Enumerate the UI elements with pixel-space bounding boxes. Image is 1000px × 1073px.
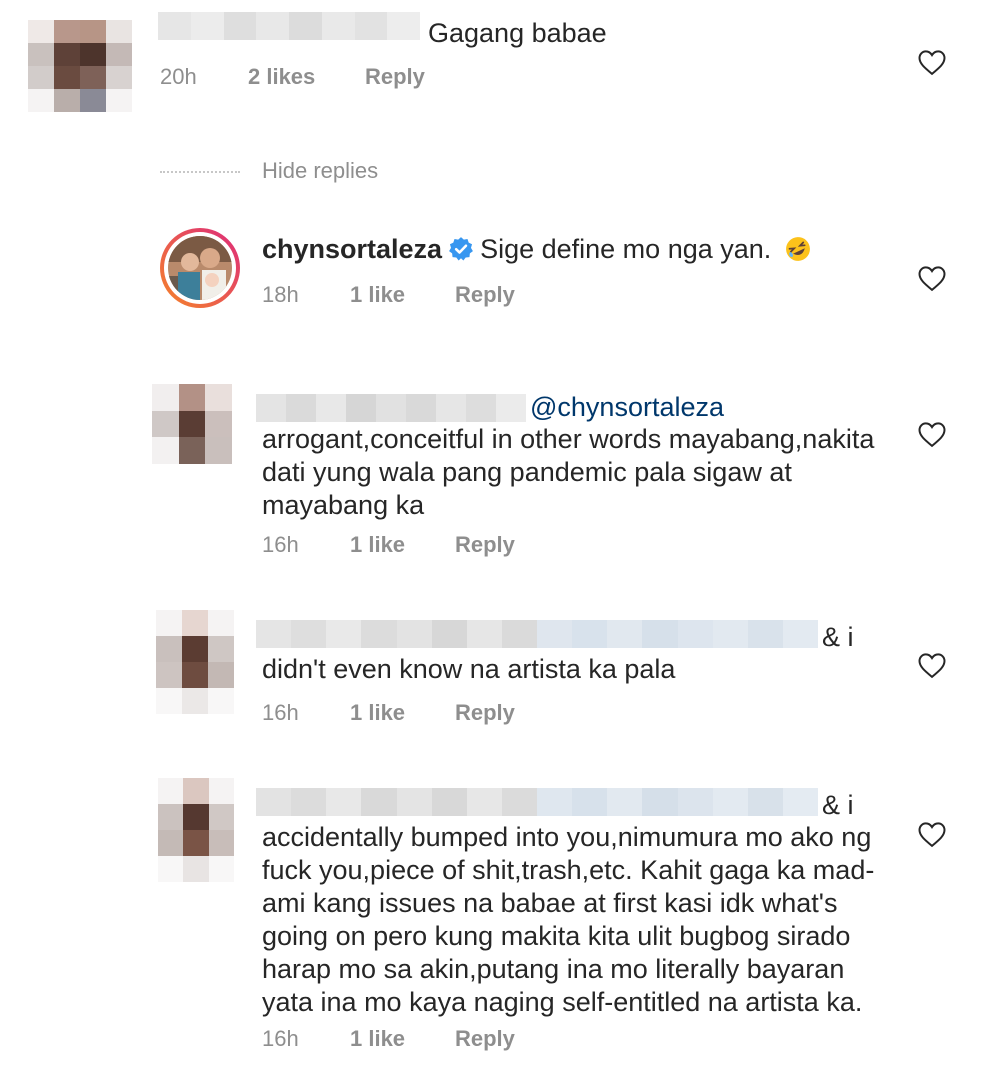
comment-meta: 16h 1 like Reply — [262, 532, 515, 558]
comment-text-line: didn't even know na artista ka pala — [262, 654, 676, 684]
username-redacted[interactable] — [256, 394, 526, 422]
comment-line: chynsortaleza Sige define mo nga yan. — [262, 232, 811, 266]
comment-text-line: accidentally bumped into you,nimumura mo… — [262, 822, 872, 852]
heart-outline-icon[interactable] — [917, 48, 947, 76]
heart-outline-icon[interactable] — [917, 820, 947, 848]
reply-button[interactable]: Reply — [455, 700, 515, 726]
comment-time: 18h — [262, 282, 299, 307]
comment-meta: 16h 1 like Reply — [262, 700, 515, 726]
likes-count-link[interactable]: 1 like — [350, 700, 455, 726]
comment-text-trail: & i — [822, 790, 854, 820]
comment-text-line: harap mo sa akin,putang ina mo literally… — [262, 954, 845, 984]
reply-button[interactable]: Reply — [455, 282, 515, 308]
comment-meta: 20h 2 likes Reply — [160, 64, 425, 90]
comment-meta: 16h 1 like Reply — [262, 1026, 515, 1052]
comment-time: 16h — [262, 1026, 299, 1051]
comment-text-trail: & i — [822, 622, 854, 652]
likes-count-link[interactable]: 2 likes — [248, 64, 365, 90]
mention-link[interactable]: @chynsortaleza — [530, 390, 724, 424]
likes-count-link[interactable]: 1 like — [350, 1026, 455, 1052]
comment-text: Sige define mo nga yan. — [480, 234, 772, 264]
username-redacted[interactable] — [256, 620, 818, 648]
heart-outline-icon[interactable] — [917, 420, 947, 448]
comment-text-line: ami kang issues na babae at first kasi i… — [262, 888, 838, 918]
username-redacted[interactable] — [158, 12, 420, 40]
avatar-pixelated[interactable] — [158, 778, 234, 882]
avatar-pixelated[interactable] — [156, 610, 234, 714]
avatar-pixelated[interactable] — [28, 20, 132, 112]
hide-replies-button[interactable]: Hide replies — [262, 158, 378, 184]
avatar-pixelated[interactable] — [152, 384, 232, 464]
comment-text: Gagang babae — [428, 18, 607, 48]
heart-outline-icon[interactable] — [917, 264, 947, 292]
comment-time: 16h — [262, 700, 299, 725]
comment-text-line: arrogant,conceitful in other words mayab… — [262, 424, 875, 454]
reply-button[interactable]: Reply — [455, 1026, 515, 1052]
comment-text-line: yata ina mo kaya naging self-entitled na… — [262, 987, 863, 1017]
comment-time: 20h — [160, 64, 197, 89]
username-redacted[interactable] — [256, 788, 818, 816]
comment-time: 16h — [262, 532, 299, 557]
reply-button[interactable]: Reply — [455, 532, 515, 558]
comment-meta: 18h 1 like Reply — [262, 282, 515, 308]
story-ring-avatar[interactable] — [160, 228, 240, 308]
comment-text-line: going on pero kung makita kita ulit bugb… — [262, 921, 851, 951]
hide-replies-line — [160, 171, 240, 173]
comment-text-line: fuck you,piece of shit,trash,etc. Kahit … — [262, 855, 875, 885]
verified-badge-icon — [449, 237, 473, 261]
likes-count-link[interactable]: 1 like — [350, 532, 455, 558]
comment-text-line: mayabang ka — [262, 490, 425, 520]
reply-button[interactable]: Reply — [365, 64, 425, 90]
profile-photo — [168, 236, 232, 300]
likes-count-link[interactable]: 1 like — [350, 282, 455, 308]
rofl-emoji-icon — [785, 237, 810, 261]
heart-outline-icon[interactable] — [917, 651, 947, 679]
username-link[interactable]: chynsortaleza — [262, 234, 442, 264]
comment-text-line: dati yung wala pang pandemic pala sigaw … — [262, 457, 792, 487]
